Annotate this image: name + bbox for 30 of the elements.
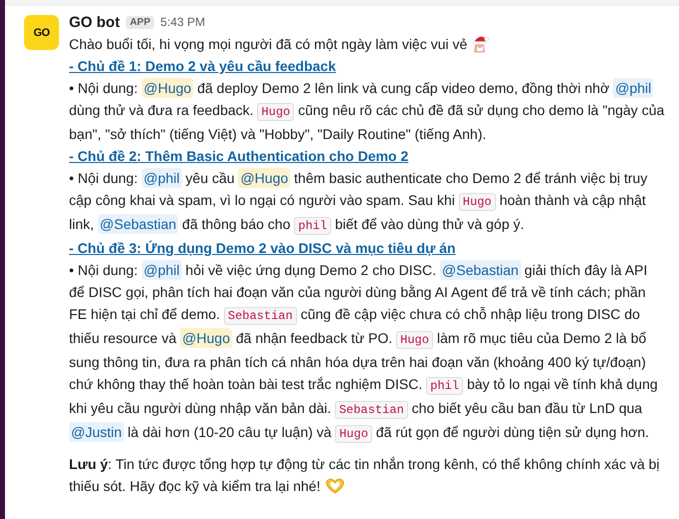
message-paragraph: • Nội dung: @Hugo đã deploy Demo 2 lên link và cung cấp video demo, đồng thời nhờ @phil dùng thử và đưa ra feedback. Hugo cũng nêu rõ các chủ đề đã sử dụng cho demo là "ngày của bạn", "sở thích" (tiếng Việt) và "Hobby", "Daily Routine" (tiếng Anh). xyxy=(69,77,665,144)
user-mention[interactable]: @Sebastian xyxy=(440,260,521,280)
topic-link[interactable]: - Chủ đề 3: Ứng dụng Demo 2 vào DISC và mục tiêu dự án xyxy=(69,237,456,259)
user-mention[interactable]: @Sebastian xyxy=(98,214,178,234)
app-badge: APP xyxy=(126,16,154,28)
bot-avatar[interactable]: GO xyxy=(24,15,59,50)
code-snippet: Hugo xyxy=(335,425,372,443)
code-snippet: phil xyxy=(426,377,464,395)
code-snippet: Hugo xyxy=(396,331,434,349)
message-paragraph: • Nội dung: @phil hỏi về việc ứng dụng Demo 2 cho DISC. @Sebastian giải thích đây là API để DISC gọi, phân tích hai đoạn văn của người dùng bằng AI Agent để trả về tính cách; phần FE hiện tại chỉ để demo. Sebastian cũng đề cập việc chưa có chỗ nhập liệu trong DISC do thiếu resource và @Hugo đã nhận feedback từ PO. Hugo làm rõ mục tiêu của Demo 2 là bổ sung thông tin, đưa ra phân tích cá nhân hóa dựa trên hai đoạn văn (khoảng 400 ký tự/đoạn) chứ không thay thế hoàn toàn bài test trắc nghiệm DISC. phil bày tỏ lo ngại về tính khả dụng khi yêu cầu người dùng nhập văn bản dài. Sebastian cho biết yêu cầu ban đầu từ LnD qua @Justin là dài hơn (10-20 câu tự luận) và Hugo đã rút gọn để người dùng tiện sử dụng hơn. xyxy=(69,259,659,445)
user-mention[interactable]: @Hugo xyxy=(180,328,232,348)
topic-link[interactable]: - Chủ đề 1: Demo 2 và yêu cầu feedback xyxy=(69,55,336,77)
user-mention[interactable]: @Hugo xyxy=(142,78,194,98)
code-snippet: Sebastian xyxy=(224,307,297,325)
message-paragraph: • Nội dung: @phil yêu cầu @Hugo thêm basic authenticate cho Demo 2 để tránh việc bị truy cập công khai và spam, vì lo ngại có người vào spam. Sau khi Hugo hoàn thành và cập nhật link, @Sebastian đã thông báo cho phil biết để vào dùng thử và góp ý. xyxy=(69,167,648,237)
sender-name[interactable]: GO bot xyxy=(69,14,120,30)
code-snippet: phil xyxy=(294,217,332,235)
topic-link[interactable]: - Chủ đề 2: Thêm Basic Authentication cho Demo 2 xyxy=(69,145,408,167)
message-time[interactable]: 5:43 PM xyxy=(160,15,206,29)
heart-hands-icon xyxy=(324,477,346,495)
code-snippet: Sebastian xyxy=(335,401,408,419)
user-mention[interactable]: @phil xyxy=(142,260,182,280)
code-snippet: Hugo xyxy=(257,103,294,121)
message-paragraph: Chào buổi tối, hi vọng mọi người đã có một ngày làm việc vui vẻ xyxy=(69,33,665,55)
user-mention[interactable]: @phil xyxy=(142,168,182,188)
user-mention[interactable]: @Hugo xyxy=(238,168,290,188)
user-mention[interactable]: @Justin xyxy=(69,422,124,442)
user-mention[interactable]: @phil xyxy=(613,78,654,98)
note-paragraph: Lưu ý: Tin tức được tổng hợp tự động từ các tin nhắn trong kênh, có thể không chính xác và bị thiếu sót. Hãy đọc kỹ và kiểm tra lại nhé! xyxy=(69,455,661,497)
code-snippet: Hugo xyxy=(458,193,496,211)
